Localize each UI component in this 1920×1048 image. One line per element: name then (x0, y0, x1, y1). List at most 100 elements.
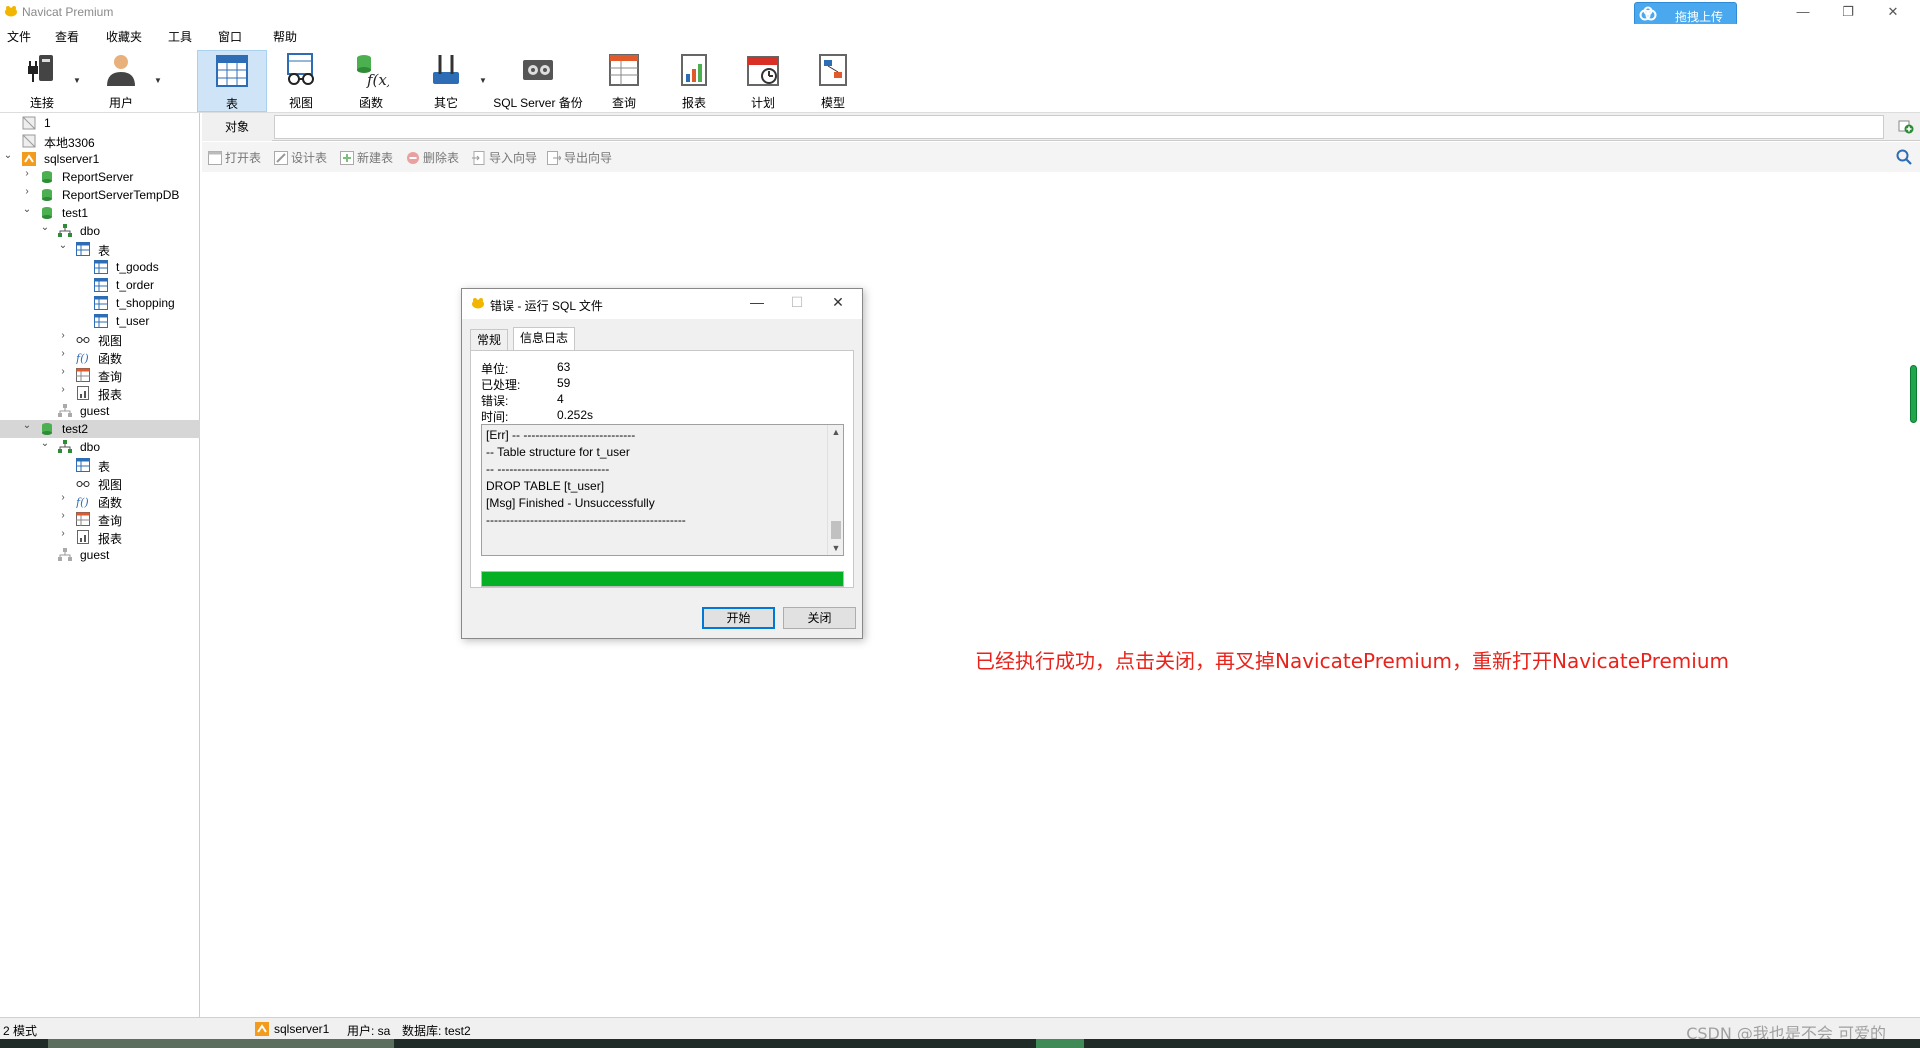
new-tab-icon[interactable] (1898, 118, 1914, 134)
sqlserver-icon (255, 1022, 269, 1036)
tree-table-t_shopping[interactable]: t_shopping (0, 294, 200, 312)
taskbar-item[interactable] (1036, 1039, 1084, 1048)
close-button[interactable]: 关闭 (783, 607, 856, 629)
new-table-button[interactable]: 新建表 (340, 149, 393, 166)
tree-connection-sqlserver1[interactable]: ⌄ sqlserver1 (0, 150, 200, 168)
tree-db-test2[interactable]: ⌄ test2 (0, 420, 200, 438)
tree-connection-local3306[interactable]: 本地3306 (0, 132, 200, 150)
tree-schema-guest[interactable]: guest (0, 546, 200, 564)
tree-label: ReportServerTempDB (62, 188, 180, 202)
scroll-down-icon[interactable]: ▼ (828, 543, 844, 553)
tree-db-reportservertempdb[interactable]: › ReportServerTempDB (0, 186, 200, 204)
menu-help[interactable]: 帮助 (273, 28, 297, 45)
connect-button[interactable]: 连接 (12, 50, 72, 112)
tab-general[interactable]: 常规 (470, 329, 509, 351)
dialog-minimize-button[interactable]: — (742, 294, 772, 310)
tree-folder-reports[interactable]: › 报表 (0, 528, 200, 546)
expand-icon[interactable]: › (57, 510, 69, 521)
scroll-thumb[interactable] (831, 521, 841, 539)
close-window-button[interactable]: ✕ (1878, 2, 1908, 22)
start-button[interactable]: 开始 (702, 607, 775, 629)
view-button[interactable]: 视图 (270, 50, 332, 112)
export-wizard-button[interactable]: 导出向导 (547, 149, 612, 166)
tree-db-reportserver[interactable]: › ReportServer (0, 168, 200, 186)
expand-icon[interactable]: › (57, 384, 69, 395)
tree-folder-tables[interactable]: 表 (0, 456, 200, 474)
model-button[interactable]: 模型 (802, 50, 864, 112)
taskbar-strip (0, 1039, 1920, 1048)
tree-table-t_goods[interactable]: t_goods (0, 258, 200, 276)
dialog-close-icon[interactable]: ✕ (823, 294, 853, 311)
user-dropdown-icon[interactable]: ▼ (154, 76, 162, 85)
open-table-button[interactable]: 打开表 (208, 149, 261, 166)
taskbar-item[interactable] (48, 1039, 394, 1048)
other-button[interactable]: 其它 (415, 50, 477, 112)
upload-button[interactable]: 拖拽上传 (1634, 2, 1737, 26)
expand-icon[interactable]: › (57, 528, 69, 539)
title-bar: Navicat Premium 拖拽上传 — ❐ ✕ (0, 0, 1920, 26)
tree-label: t_order (116, 278, 155, 292)
restore-button[interactable]: ❐ (1833, 2, 1863, 22)
collapse-icon[interactable]: ⌄ (39, 438, 51, 449)
collapse-icon[interactable]: ⌄ (21, 420, 33, 431)
tree-folder-queries[interactable]: › 查询 (0, 366, 200, 384)
collapse-icon[interactable]: ⌄ (2, 150, 14, 161)
sqlserver-icon (22, 152, 36, 166)
tree-table-t_order[interactable]: t_order (0, 276, 200, 294)
log-line: [Msg] Finished - Unsuccessfully (486, 496, 655, 510)
tree-connection-1[interactable]: 1 (0, 114, 200, 132)
side-scroll-indicator[interactable] (1910, 365, 1917, 423)
tree-table-t_user[interactable]: t_user (0, 312, 200, 330)
database-icon (42, 207, 52, 219)
tree-label: 报表 (98, 388, 123, 402)
scroll-up-icon[interactable]: ▲ (828, 427, 844, 437)
design-table-button[interactable]: 设计表 (274, 149, 327, 166)
tab-info-log[interactable]: 信息日志 (513, 327, 576, 351)
expand-icon[interactable]: › (21, 186, 33, 197)
log-scrollbar[interactable]: ▲ ▼ (827, 425, 843, 555)
search-icon[interactable] (1896, 149, 1912, 165)
menu-tools[interactable]: 工具 (168, 28, 192, 45)
collapse-icon[interactable]: ⌄ (21, 204, 33, 215)
report-button[interactable]: 报表 (663, 50, 725, 112)
table-icon (94, 278, 108, 292)
connect-dropdown-icon[interactable]: ▼ (73, 76, 81, 85)
expand-icon[interactable]: › (21, 168, 33, 179)
menu-window[interactable]: 窗口 (218, 28, 242, 45)
function-button[interactable]: f(x) 函数 (340, 50, 402, 112)
tree-folder-queries[interactable]: › 查询 (0, 510, 200, 528)
query-button[interactable]: 查询 (593, 50, 655, 112)
minimize-button[interactable]: — (1788, 2, 1818, 22)
collapse-icon[interactable]: ⌄ (57, 240, 69, 251)
tree-folder-functions[interactable]: › f() 函数 (0, 348, 200, 366)
menu-bar: 文件 查看 收藏夹 工具 窗口 帮助 (0, 24, 1920, 46)
backup-button[interactable]: SQL Server 备份 (490, 50, 586, 112)
other-dropdown-icon[interactable]: ▼ (479, 76, 487, 85)
delete-table-button[interactable]: 删除表 (406, 149, 459, 166)
tree-db-test1[interactable]: ⌄ test1 (0, 204, 200, 222)
expand-icon[interactable]: › (57, 492, 69, 503)
expand-icon[interactable]: › (57, 330, 69, 341)
import-wizard-button[interactable]: 导入向导 (472, 149, 537, 166)
log-textarea[interactable]: [Err] -- ---------------------------- --… (481, 424, 844, 556)
tree-schema-guest[interactable]: guest (0, 402, 200, 420)
collapse-icon[interactable]: ⌄ (39, 222, 51, 233)
tree-folder-functions[interactable]: › f() 函数 (0, 492, 200, 510)
tree-folder-tables[interactable]: ⌄ 表 (0, 240, 200, 258)
user-button[interactable]: 用户 (90, 50, 152, 112)
table-label: 表 (225, 97, 238, 111)
tree-schema-dbo[interactable]: ⌄ dbo (0, 438, 200, 456)
tree-folder-views[interactable]: 视图 (0, 474, 200, 492)
expand-icon[interactable]: › (57, 348, 69, 359)
new-table-label: 新建表 (357, 151, 394, 165)
tab-objects[interactable]: 对象 (202, 113, 272, 141)
table-button[interactable]: 表 (197, 50, 267, 112)
schedule-button[interactable]: 计划 (732, 50, 794, 112)
expand-icon[interactable]: › (57, 366, 69, 377)
menu-view[interactable]: 查看 (55, 28, 79, 45)
tree-schema-dbo[interactable]: ⌄ dbo (0, 222, 200, 240)
tree-folder-views[interactable]: › 视图 (0, 330, 200, 348)
menu-favorites[interactable]: 收藏夹 (106, 28, 142, 45)
menu-file[interactable]: 文件 (7, 28, 31, 45)
tree-folder-reports[interactable]: › 报表 (0, 384, 200, 402)
